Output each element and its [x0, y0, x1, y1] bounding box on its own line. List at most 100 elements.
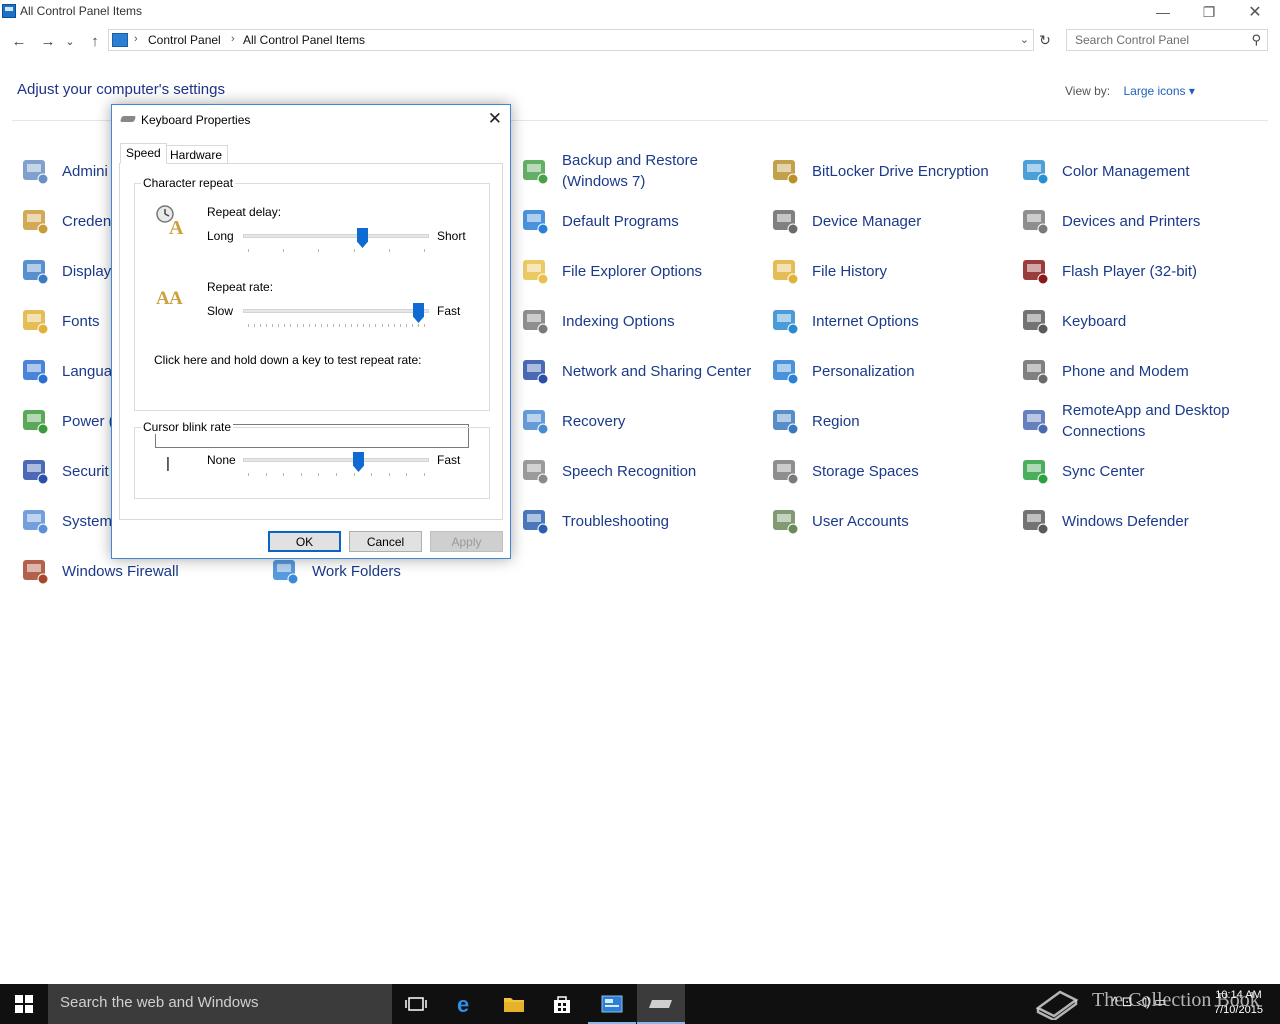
minimize-button[interactable]: — — [1140, 0, 1186, 24]
control-panel-item[interactable]: Network and Sharing Center — [517, 348, 762, 394]
item-label[interactable]: File Explorer Options — [562, 261, 702, 282]
control-panel-item[interactable]: BitLocker Drive Encryption — [767, 148, 1012, 194]
item-label[interactable]: RemoteApp and Desktop Connections — [1062, 400, 1262, 442]
item-label[interactable]: Indexing Options — [562, 311, 675, 332]
item-label[interactable]: Creden — [62, 211, 111, 232]
item-label[interactable]: Admini — [62, 161, 108, 182]
control-panel-item[interactable]: Device Manager — [767, 198, 1012, 244]
file-explorer-button[interactable] — [490, 984, 538, 1024]
control-panel-item[interactable]: Devices and Printers — [1017, 198, 1262, 244]
breadcrumb-separator[interactable]: › — [134, 33, 138, 45]
item-label[interactable]: Personalization — [812, 361, 915, 382]
control-panel-item[interactable]: Default Programs — [517, 198, 762, 244]
start-button[interactable] — [0, 984, 48, 1024]
control-panel-item[interactable]: Personalization — [767, 348, 1012, 394]
edge-button[interactable]: e — [442, 984, 490, 1024]
item-label[interactable]: Recovery — [562, 411, 625, 432]
item-label[interactable]: Speech Recognition — [562, 461, 696, 482]
control-panel-item[interactable]: File History — [767, 248, 1012, 294]
item-label[interactable]: Color Management — [1062, 161, 1190, 182]
item-label[interactable]: Flash Player (32-bit) — [1062, 261, 1197, 282]
search-icon[interactable]: ⚲ — [1251, 32, 1261, 48]
item-label[interactable]: Network and Sharing Center — [562, 361, 751, 382]
control-panel-taskbar-button[interactable] — [588, 984, 636, 1024]
tab-speed[interactable]: Speed — [120, 143, 167, 164]
dialog-close-button[interactable]: ✕ — [488, 109, 502, 129]
search-input[interactable]: Search Control Panel ⚲ — [1066, 29, 1268, 51]
item-label[interactable]: System — [62, 511, 112, 532]
control-panel-item[interactable]: User Accounts — [767, 498, 1012, 544]
keyboard-taskbar-button[interactable] — [637, 984, 685, 1024]
taskbar-search-input[interactable]: Search the web and Windows — [48, 984, 392, 1024]
control-panel-item[interactable]: File Explorer Options — [517, 248, 762, 294]
task-view-button[interactable] — [392, 984, 440, 1024]
control-panel-item[interactable]: Storage Spaces — [767, 448, 1012, 494]
item-label[interactable]: Securit — [62, 461, 109, 482]
slider-thumb[interactable] — [353, 452, 364, 472]
apply-button[interactable]: Apply — [430, 531, 503, 552]
repeat-rate-slider[interactable] — [243, 303, 429, 329]
control-panel-item[interactable]: Recovery — [517, 398, 762, 444]
control-panel-item[interactable]: Troubleshooting — [517, 498, 762, 544]
item-label[interactable]: Langua — [62, 361, 112, 382]
breadcrumb-all-items[interactable]: All Control Panel Items — [243, 33, 365, 47]
repeat-rate-icon: A A — [156, 288, 183, 309]
item-label[interactable]: Storage Spaces — [812, 461, 919, 482]
item-label[interactable]: Internet Options — [812, 311, 919, 332]
tab-hardware[interactable]: Hardware — [164, 145, 229, 164]
item-label[interactable]: File History — [812, 261, 887, 282]
ok-button[interactable]: OK — [268, 531, 341, 552]
up-button[interactable]: ↑ — [84, 30, 106, 52]
slider-tick — [254, 324, 255, 327]
item-label[interactable]: Devices and Printers — [1062, 211, 1200, 232]
item-label[interactable]: Phone and Modem — [1062, 361, 1189, 382]
item-label[interactable]: Default Programs — [562, 211, 679, 232]
cursor-blink-slider[interactable] — [243, 452, 429, 478]
item-label[interactable]: User Accounts — [812, 511, 909, 532]
repeat-delay-slider[interactable] — [243, 228, 429, 254]
close-button[interactable]: ✕ — [1232, 0, 1278, 24]
slider-thumb[interactable] — [357, 228, 368, 248]
item-label[interactable]: Region — [812, 411, 860, 432]
breadcrumb-control-panel[interactable]: Control Panel — [148, 33, 221, 47]
back-button[interactable]: ← — [8, 30, 30, 52]
item-label[interactable]: Keyboard — [1062, 311, 1126, 332]
item-label[interactable]: Fonts — [62, 311, 100, 332]
breadcrumb-separator[interactable]: › — [231, 33, 235, 45]
keyboard-icon — [119, 116, 137, 122]
store-button[interactable] — [538, 984, 586, 1024]
item-label[interactable]: Windows Firewall — [62, 561, 179, 582]
forward-button[interactable]: → — [37, 30, 59, 52]
control-panel-item[interactable]: Windows Defender — [1017, 498, 1262, 544]
item-label[interactable]: Power ( — [62, 411, 114, 432]
control-panel-item[interactable]: Color Management — [1017, 148, 1262, 194]
address-bar[interactable]: › Control Panel › All Control Panel Item… — [108, 29, 1034, 51]
item-label[interactable]: Work Folders — [312, 561, 401, 582]
refresh-button[interactable]: ↻ — [1035, 30, 1055, 50]
control-panel-item[interactable]: Backup and Restore (Windows 7) — [517, 148, 762, 194]
control-panel-item[interactable]: Speech Recognition — [517, 448, 762, 494]
slider-thumb[interactable] — [413, 303, 424, 323]
item-label[interactable]: Device Manager — [812, 211, 921, 232]
maximize-button[interactable]: ❐ — [1186, 0, 1232, 24]
control-panel-item[interactable]: RemoteApp and Desktop Connections — [1017, 398, 1262, 444]
control-panel-item[interactable]: Flash Player (32-bit) — [1017, 248, 1262, 294]
item-label[interactable]: BitLocker Drive Encryption — [812, 161, 989, 182]
item-label[interactable]: Backup and Restore (Windows 7) — [562, 150, 762, 192]
control-panel-item[interactable]: Keyboard — [1017, 298, 1262, 344]
control-panel-item[interactable]: Internet Options — [767, 298, 1012, 344]
recent-locations-button[interactable]: ⌄ — [62, 30, 78, 52]
control-panel-item[interactable]: Phone and Modem — [1017, 348, 1262, 394]
view-by-dropdown[interactable]: Large icons ▾ — [1123, 84, 1194, 98]
cancel-button[interactable]: Cancel — [349, 531, 422, 552]
address-dropdown-icon[interactable]: ⌄ — [1020, 33, 1029, 46]
control-panel-item[interactable]: Region — [767, 398, 1012, 444]
control-panel-item[interactable]: Sync Center — [1017, 448, 1262, 494]
item-label[interactable]: Sync Center — [1062, 461, 1145, 482]
item-label[interactable]: Windows Defender — [1062, 511, 1189, 532]
item-label[interactable]: Troubleshooting — [562, 511, 669, 532]
item-label[interactable]: Display — [62, 261, 111, 282]
control-panel-item[interactable]: Indexing Options — [517, 298, 762, 344]
slider-track — [243, 309, 429, 313]
backup-restore-icon — [519, 155, 551, 187]
